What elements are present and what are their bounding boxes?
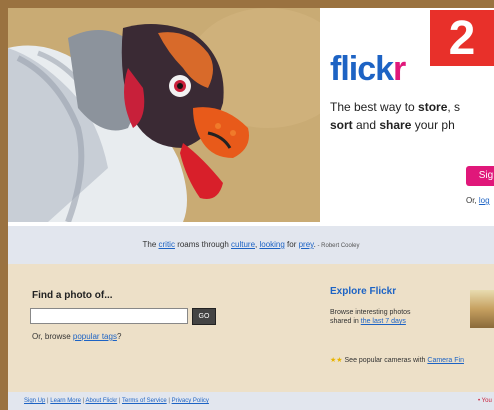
quote-bar: The critic roams through culture, lookin… bbox=[8, 226, 494, 264]
camera-finder-line: ★★ See popular cameras with Camera Fin bbox=[330, 357, 464, 364]
tagline: The best way to store, s sort and share … bbox=[330, 98, 494, 134]
flickr-logo[interactable]: flickr bbox=[330, 50, 406, 89]
tagline-line-2: sort and share your ph bbox=[330, 118, 455, 132]
main-panel: Find a photo of... GO Or, browse popular… bbox=[8, 264, 494, 392]
go-button[interactable]: GO bbox=[192, 308, 216, 325]
explore-flickr-link[interactable]: Explore Flickr bbox=[330, 286, 396, 297]
star-icon: ★★ bbox=[330, 357, 343, 364]
tag-link-critic[interactable]: critic bbox=[159, 240, 175, 249]
photo-search-input[interactable] bbox=[30, 308, 188, 324]
quote-attribution: - Robert Cooley bbox=[315, 243, 360, 249]
logo-main-text: flick bbox=[330, 50, 394, 88]
last-7-days-link[interactable]: the last 7 days bbox=[361, 318, 406, 325]
sign-up-button[interactable]: Sig bbox=[466, 166, 494, 186]
footer: Sign Up | Learn More | About Flickr | Te… bbox=[8, 392, 494, 410]
footer-link-terms[interactable]: Terms of Service bbox=[122, 398, 167, 404]
find-photo-title: Find a photo of... bbox=[32, 290, 113, 301]
camera-finder-link[interactable]: Camera Fin bbox=[427, 357, 464, 364]
footer-link-learn-more[interactable]: Learn More bbox=[50, 398, 81, 404]
or-login-text: Or, log bbox=[466, 196, 490, 205]
footer-right-link[interactable]: • You bbox=[478, 392, 492, 410]
footer-links: Sign Up | Learn More | About Flickr | Te… bbox=[24, 398, 209, 404]
tag-link-prey[interactable]: prey bbox=[299, 240, 314, 249]
browse-tags-text: Or, browse popular tags? bbox=[32, 332, 122, 341]
tagline-line-1: The best way to store, s bbox=[330, 100, 461, 114]
tag-link-culture[interactable]: culture bbox=[231, 240, 255, 249]
popular-tags-link[interactable]: popular tags bbox=[73, 332, 117, 341]
footer-link-sign-up[interactable]: Sign Up bbox=[24, 398, 45, 404]
tag-link-looking[interactable]: looking bbox=[259, 240, 284, 249]
logo-accent-text: r bbox=[393, 50, 406, 88]
footer-link-privacy[interactable]: Privacy Policy bbox=[172, 398, 209, 404]
footer-link-about[interactable]: About Flickr bbox=[86, 398, 118, 404]
explore-thumbnail-image[interactable] bbox=[470, 290, 494, 328]
page-frame: flickr 2 The best way to store, s sort a… bbox=[8, 8, 494, 410]
login-link[interactable]: log bbox=[479, 196, 490, 205]
step-number-badge: 2 bbox=[430, 10, 494, 66]
explore-description: Browse interesting photos shared in the … bbox=[330, 309, 411, 325]
hero-photo-vulture bbox=[8, 8, 320, 222]
vulture-image bbox=[8, 8, 320, 222]
